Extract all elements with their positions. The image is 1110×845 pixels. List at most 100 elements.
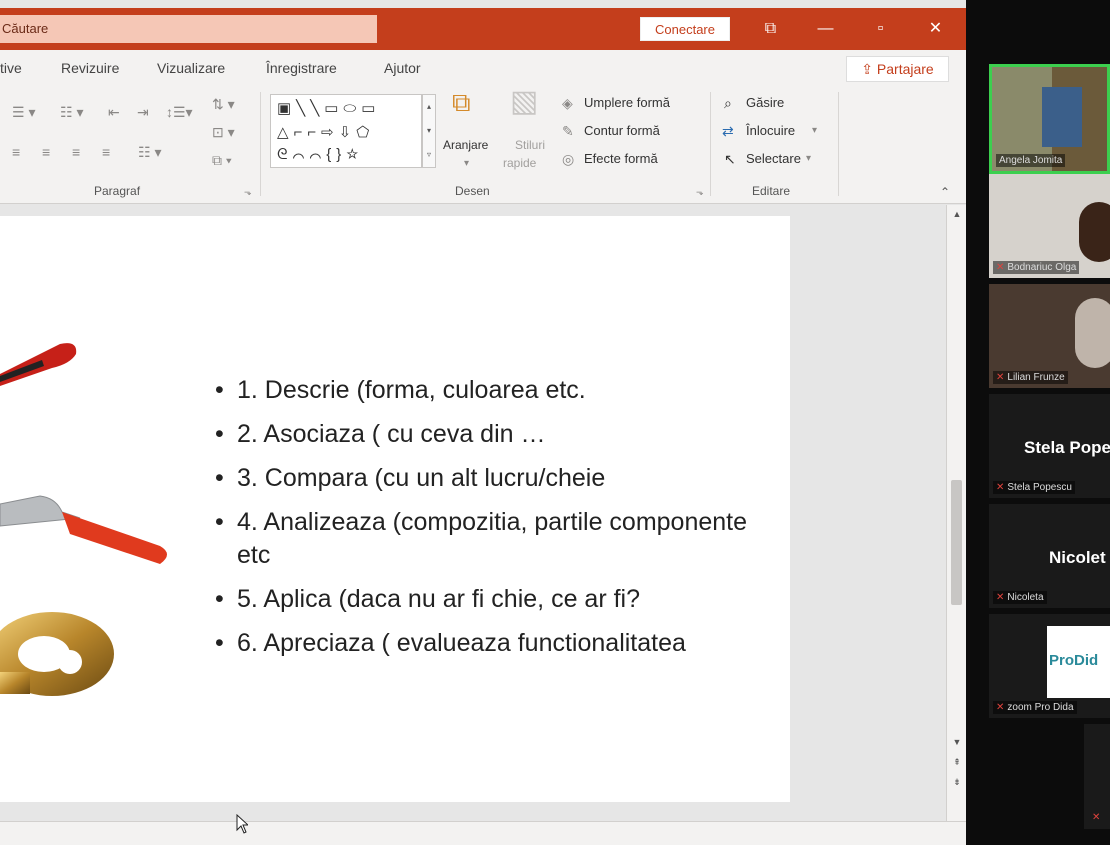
ribbon-display-icon[interactable]: ⧉ [743,8,798,50]
video-books [1042,87,1082,147]
muted-mic-icon: ✕ [996,702,1005,713]
video-call-panel: Angela Jomita ✕ Bodnariuc Olga ✕ Lilian Fr… [966,0,1110,845]
participant-tile-partial[interactable]: ✕ [1084,724,1110,829]
arrange-icon[interactable]: ⧉ [452,89,471,115]
maximize-icon[interactable]: ▫ [853,8,908,50]
ribbon: ☰ ▾ ☷ ▾ ⇤ ⇥ ↕☰▾ ⇅ ▾ ⊡ ▾ ⧉ ▾ ≡ ≡ ≡ ≡ ☷ ▾ … [0,86,966,204]
shape-fill-button[interactable]: Umplere formă [584,95,670,110]
list-item: 1. Descrie (forma, culoarea etc. [215,374,755,407]
mouse-cursor-icon [236,814,248,834]
justify-icon[interactable]: ≡ [102,144,110,160]
quick-styles-label-2[interactable]: rapide [503,156,536,170]
participant-big-name: Nicolet [1049,548,1106,567]
scroll-down-icon[interactable]: ▼ [950,737,964,747]
muted-mic-icon: ✕ [996,592,1005,603]
participant-big-name: Stela Pope [1024,438,1110,457]
find-button[interactable]: Găsire [746,95,784,110]
status-bar [0,821,966,845]
list-item: 4. Analizeaza (compozitia, partile compo… [215,506,755,572]
video-person [1079,202,1110,262]
gallery-scroll[interactable]: ▴ ▾ ▿ [422,94,436,168]
participant-name: ✕ Bodnariuc Olga [993,261,1080,274]
keys-image [0,343,167,696]
quick-styles-icon[interactable]: ▧ [510,87,538,117]
decrease-indent-icon[interactable]: ⇤ [108,104,120,120]
bullets-icon[interactable]: ☰ ▾ [12,104,35,120]
select-button[interactable]: Selectare [746,151,801,166]
align-center-icon[interactable]: ≡ [42,144,50,160]
share-label: Partajare [876,61,934,77]
smartart-icon[interactable]: ⧉ ▾ [212,152,232,168]
drawing-group-label: Desen [455,184,490,198]
select-dropdown-icon[interactable]: ▾ [806,151,811,167]
participant-tile[interactable]: Stela Pope ✕ Stela Popescu [989,394,1110,498]
muted-mic-icon: ✕ [1092,812,1101,823]
minimize-icon[interactable]: — [798,8,853,50]
muted-mic-icon: ✕ [996,482,1005,493]
participant-tile[interactable]: ✕ Lilian Frunze [989,284,1110,388]
ribbon-tabs: tive Revizuire Vizualizare Înregistrare … [0,50,966,86]
arrange-dropdown-icon[interactable]: ▾ [464,156,469,172]
previous-slide-icon[interactable]: ⇞ [950,757,964,768]
list-item: 3. Compara (cu un alt lucru/cheie [215,462,755,495]
participant-tile[interactable]: ProDid ✕ zoom Pro Dida [989,614,1110,718]
participant-name: Angela Jomita [996,154,1066,167]
align-right-icon[interactable]: ≡ [72,144,80,160]
next-slide-icon[interactable]: ⇟ [950,777,964,788]
separator [838,92,839,196]
text-direction-icon[interactable]: ⇅ ▾ [212,96,235,112]
tab-view[interactable]: Vizualizare [157,60,225,76]
columns-icon[interactable]: ☷ ▾ [138,144,161,160]
video-person [1075,298,1110,368]
shape-outline-icon[interactable]: ✎ [562,123,574,139]
slide[interactable]: 1. Descrie (forma, culoarea etc. 2. Asoc… [0,216,790,802]
replace-icon[interactable]: ⇄ [722,123,734,139]
bullet-list[interactable]: 1. Descrie (forma, culoarea etc. 2. Asoc… [215,374,755,671]
powerpoint-window: Căutare Conectare ⧉ — ▫ ✕ tive Revizuire… [0,0,966,845]
participant-tile[interactable]: Nicolet ✕ Nicoleta [989,504,1110,608]
search-input[interactable]: Căutare [0,15,377,43]
organization-logo-mark: ProDid [1049,652,1099,669]
separator [710,92,711,196]
drawing-launcher-icon[interactable]: ⬎ [696,184,704,200]
align-text-icon[interactable]: ⊡ ▾ [212,124,235,140]
connect-button[interactable]: Conectare [640,17,730,41]
shape-effects-icon[interactable]: ◎ [562,151,574,167]
title-bar: Căutare Conectare ⧉ — ▫ ✕ [0,8,966,50]
quick-styles-label-1[interactable]: Stiluri [515,138,545,152]
shapes-row-3: ᘓ⌒⌒{}☆ [277,146,364,163]
scroll-up-icon[interactable]: ▲ [950,209,964,219]
close-icon[interactable]: ✕ [908,8,963,50]
numbering-icon[interactable]: ☷ ▾ [60,104,83,120]
replace-dropdown-icon[interactable]: ▾ [812,123,817,139]
shapes-row-2: △⌐⌐⇨⇩⬠ [277,124,375,141]
tab-review[interactable]: Revizuire [61,60,119,76]
arrange-label[interactable]: Aranjare [443,138,488,152]
select-icon[interactable]: ↖ [724,151,736,167]
scroll-thumb[interactable] [951,480,962,605]
tab-help[interactable]: Ajutor [384,60,421,76]
line-spacing-icon[interactable]: ↕☰▾ [166,104,193,120]
replace-button[interactable]: Înlocuire [746,123,795,138]
list-item: 6. Apreciaza ( evalueaza functionalitate… [215,627,755,660]
shape-fill-icon[interactable]: ◈ [562,95,573,111]
collapse-ribbon-icon[interactable]: ⌃ [940,184,950,200]
vertical-scrollbar[interactable]: ▲ ▼ ⇞ ⇟ [946,205,966,821]
red-key-middle [62,512,167,564]
share-button[interactable]: ⇪ Partajare [846,56,949,82]
paragraph-launcher-icon[interactable]: ⬎ [244,184,252,200]
organization-logo: ProDid [1047,626,1110,698]
participant-tile[interactable]: ✕ Bodnariuc Olga [989,174,1110,278]
shape-outline-button[interactable]: Contur formă [584,123,660,138]
tab-record[interactable]: Înregistrare [266,60,337,76]
shapes-gallery[interactable]: ▣╲╲▭⬭▭ △⌐⌐⇨⇩⬠ ᘓ⌒⌒{}☆ [270,94,422,168]
shape-effects-button[interactable]: Efecte formă [584,151,658,166]
align-left-icon[interactable]: ≡ [12,144,20,160]
participant-tile[interactable]: Angela Jomita [989,64,1110,174]
participant-name: ✕ Stela Popescu [993,481,1075,494]
find-icon[interactable]: ⌕ [724,95,732,111]
increase-indent-icon[interactable]: ⇥ [137,104,149,120]
tab-animations[interactable]: tive [0,60,22,76]
list-item: 2. Asociaza ( cu ceva din … [215,418,755,451]
separator [260,92,261,196]
